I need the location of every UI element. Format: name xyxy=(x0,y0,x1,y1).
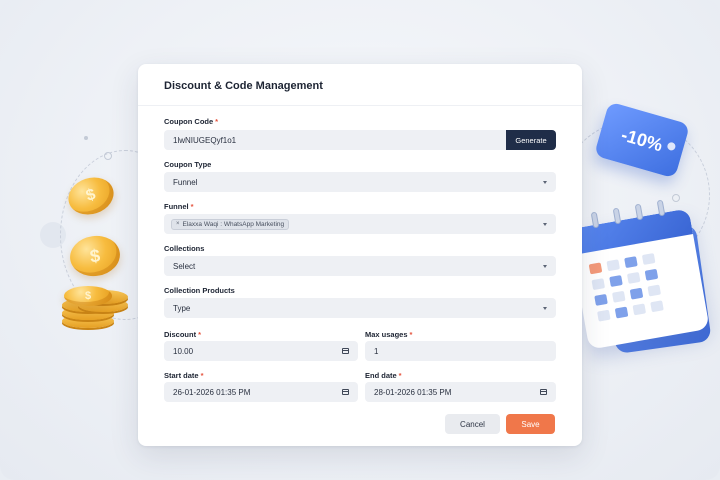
chip-remove-icon[interactable]: × xyxy=(176,221,180,227)
funnel-chip-label: Elaxxa Waqi : WhatsApp Marketing xyxy=(182,220,285,228)
max-usages-input[interactable]: 1 xyxy=(365,341,556,361)
chevron-down-icon xyxy=(543,264,547,268)
max-usages-label: Max usages * xyxy=(365,330,413,339)
collections-select[interactable]: Select xyxy=(164,256,556,276)
max-usages-value: 1 xyxy=(374,346,379,356)
calendar-illustration xyxy=(568,208,710,350)
funnel-chip: × Elaxxa Waqi : WhatsApp Marketing xyxy=(171,218,290,230)
collections-label: Collections xyxy=(164,244,205,253)
start-date-input[interactable]: 26-01-2026 01:35 PM xyxy=(164,382,358,402)
end-date-label: End date * xyxy=(365,371,402,380)
coupon-type-select[interactable]: Funnel xyxy=(164,172,556,192)
discount-label: Discount * xyxy=(164,330,202,339)
start-date-label: Start date * xyxy=(164,371,204,380)
cancel-button[interactable]: Cancel xyxy=(445,414,500,434)
chevron-down-icon xyxy=(543,222,547,226)
decor-dot xyxy=(104,152,112,160)
collection-products-select[interactable]: Type xyxy=(164,298,556,318)
collection-products-placeholder: Type xyxy=(173,303,191,313)
end-date-value: 28-01-2026 01:35 PM xyxy=(374,387,452,397)
decor-dot xyxy=(84,136,88,140)
decor-dot xyxy=(672,194,680,202)
collections-placeholder: Select xyxy=(173,261,196,271)
chevron-down-icon xyxy=(543,306,547,310)
start-date-value: 26-01-2026 01:35 PM xyxy=(173,387,251,397)
funnel-multiselect[interactable]: × Elaxxa Waqi : WhatsApp Marketing xyxy=(164,214,556,234)
coin-stack-icon: $ xyxy=(58,284,130,332)
coupon-code-value: 1lwNIUGEQyf1o1 xyxy=(173,135,237,145)
save-button[interactable]: Save xyxy=(506,414,555,434)
funnel-label: Funnel * xyxy=(164,202,194,211)
modal-header: Discount & Code Management xyxy=(138,64,582,106)
discount-value: 10.00 xyxy=(173,346,194,356)
end-date-input[interactable]: 28-01-2026 01:35 PM xyxy=(365,382,556,402)
calendar-icon[interactable] xyxy=(540,389,547,395)
generate-button[interactable]: Generate xyxy=(506,130,556,150)
modal-title: Discount & Code Management xyxy=(164,80,323,92)
discount-code-modal: Discount & Code Management Coupon Code * … xyxy=(138,64,582,446)
discount-input[interactable]: 10.00 xyxy=(164,341,358,361)
chevron-down-icon xyxy=(543,180,547,184)
coupon-type-value: Funnel xyxy=(173,177,198,187)
coupon-code-input[interactable]: 1lwNIUGEQyf1o1 xyxy=(164,130,506,150)
coupon-code-label: Coupon Code * xyxy=(164,117,219,126)
calendar-icon xyxy=(342,348,349,354)
calendar-icon[interactable] xyxy=(342,389,349,395)
collection-products-label: Collection Products xyxy=(164,286,235,295)
coupon-type-label: Coupon Type xyxy=(164,160,212,169)
